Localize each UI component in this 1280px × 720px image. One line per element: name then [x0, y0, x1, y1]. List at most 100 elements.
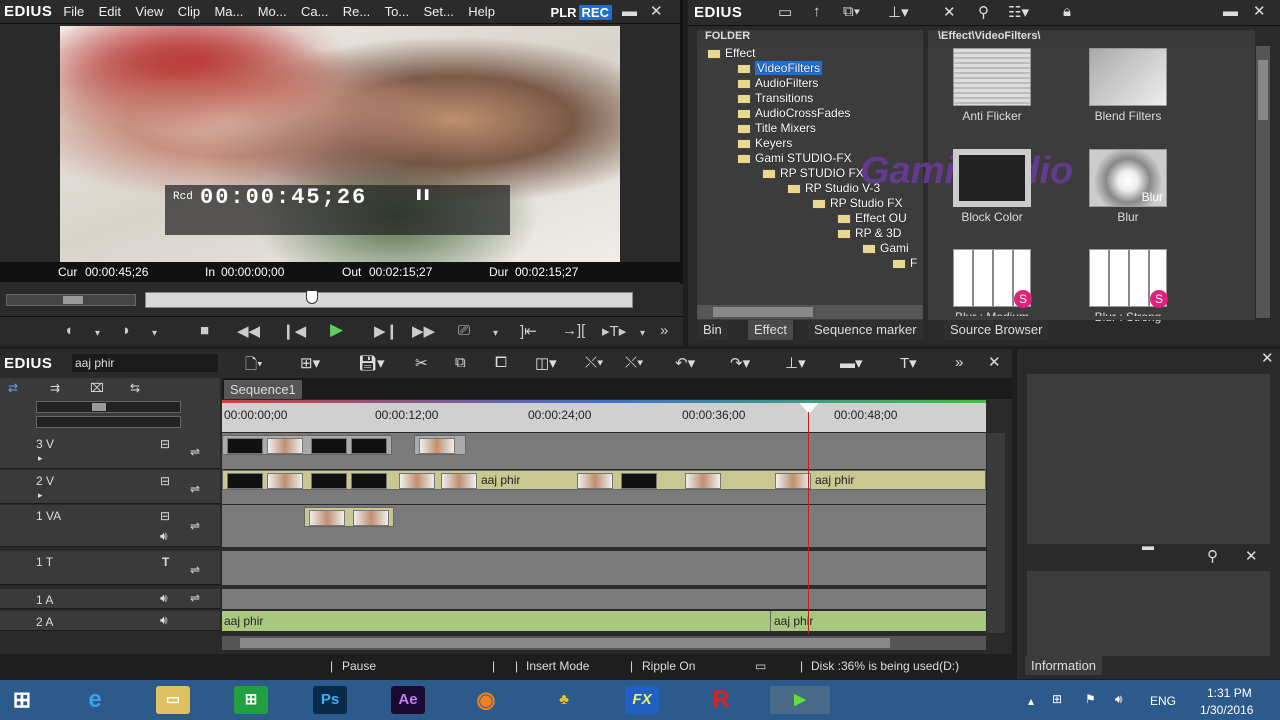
menu-settings[interactable]: Set...: [423, 4, 453, 19]
clock-date[interactable]: 1/30/2016: [1200, 703, 1253, 717]
project-name[interactable]: aaj phir: [72, 354, 218, 372]
lock-icon[interactable]: 🔒︎: [1063, 3, 1071, 20]
fast-forward-icon[interactable]: ▶▶: [412, 322, 435, 340]
title-icon[interactable]: T▾: [900, 354, 917, 372]
step-forward-icon[interactable]: ▶❙: [374, 322, 398, 340]
lane-2a[interactable]: aaj phir aaj phir: [222, 611, 986, 631]
windows-start-icon[interactable]: ⊞: [5, 686, 39, 714]
new-sequence-icon[interactable]: 🗋︎▾: [245, 354, 263, 379]
firefox-icon[interactable]: ◉: [469, 686, 503, 714]
up-folder-icon[interactable]: ↑: [813, 3, 821, 20]
video-clip[interactable]: [414, 435, 466, 455]
minimize-icon[interactable]: ▬: [1223, 3, 1238, 20]
effect-blend-filters[interactable]: Blend Filters: [1058, 48, 1198, 123]
dropdown-icon[interactable]: ▾: [640, 328, 645, 339]
tab-information[interactable]: Information: [1025, 656, 1103, 675]
close-icon[interactable]: ✕: [1253, 2, 1266, 20]
effect-blur-strong[interactable]: S Blur : Strong: [1058, 249, 1198, 324]
flag-icon[interactable]: ⚑: [1085, 692, 1096, 706]
paste-icon[interactable]: ⧠: [495, 354, 507, 371]
zoom-slider[interactable]: [36, 401, 181, 413]
menu-render[interactable]: Re...: [343, 4, 370, 19]
tree-effect-ou[interactable]: Effect OU: [837, 211, 907, 225]
shuttle-slider[interactable]: [6, 294, 136, 306]
tree-rp-3d[interactable]: RP & 3D: [837, 226, 901, 240]
open-icon[interactable]: ⊞▾: [300, 354, 320, 372]
menu-help[interactable]: Help: [468, 4, 495, 19]
copy-icon[interactable]: ⧉: [455, 354, 466, 371]
tree-gami[interactable]: Gami: [862, 241, 909, 255]
speaker-icon[interactable]: 🔊︎: [160, 529, 168, 544]
position-bar[interactable]: [145, 290, 633, 308]
expand-icon[interactable]: ▸: [38, 490, 43, 501]
scroll-thumb[interactable]: [1258, 60, 1268, 120]
track-2v[interactable]: 2 V ⊟ ▸ ⇌: [0, 470, 220, 504]
rewind-icon[interactable]: ◀◀: [237, 322, 260, 340]
sync-track-icon[interactable]: ⇌: [190, 519, 200, 533]
dropdown-icon[interactable]: ▾: [493, 328, 498, 339]
timeline-ruler[interactable]: 00:00:00;00 00:00:12;00 00:00:24;00 00:0…: [222, 400, 986, 432]
menu-capture[interactable]: Ca...: [301, 4, 328, 19]
menu-mode[interactable]: Mo...: [258, 4, 287, 19]
link-icon[interactable]: ⇆: [130, 381, 140, 395]
video-toggle-icon[interactable]: ⊟: [160, 509, 170, 523]
lane-1t[interactable]: [222, 551, 986, 585]
dropdown-icon[interactable]: ▾: [152, 328, 157, 339]
pin-icon[interactable]: ⚲: [1207, 547, 1218, 565]
add-icon[interactable]: ⊥▾: [888, 3, 909, 21]
track-2a[interactable]: 2 A 🔊︎: [0, 611, 220, 631]
effect-block-color[interactable]: Block Color: [922, 149, 1062, 224]
tree-keyers[interactable]: Keyers: [737, 136, 792, 150]
app-icon[interactable]: ♣: [547, 686, 581, 714]
replace-icon[interactable]: ◫▾: [535, 354, 557, 372]
set-in-icon[interactable]: ◖: [64, 322, 73, 339]
loop-icon[interactable]: ⎚: [458, 322, 470, 339]
folder-view-icon[interactable]: ▭: [778, 3, 792, 21]
menu-tools[interactable]: To...: [385, 4, 410, 19]
group-icon[interactable]: ⌧: [90, 381, 104, 395]
lane-1va[interactable]: [222, 505, 986, 547]
redo-icon[interactable]: ↷▾: [730, 354, 750, 372]
after-effects-icon[interactable]: Ae: [391, 686, 425, 714]
lane-2v[interactable]: aaj phir aaj phir: [222, 470, 986, 504]
dropdown-icon[interactable]: ▾: [95, 328, 100, 339]
tab-bin[interactable]: Bin: [697, 320, 728, 340]
timeline-vscroll[interactable]: [987, 433, 1005, 633]
menu-edit[interactable]: Edit: [99, 4, 121, 19]
speaker-icon[interactable]: 🔊︎: [160, 613, 168, 628]
effect-anti-flicker[interactable]: Anti Flicker: [922, 48, 1062, 123]
menu-view[interactable]: View: [135, 4, 163, 19]
close-icon[interactable]: ✕: [988, 353, 1001, 371]
video-toggle-icon[interactable]: ⊟: [160, 474, 170, 488]
view-mode-icon[interactable]: ☷▾: [1008, 3, 1029, 21]
photoshop-icon[interactable]: Ps: [313, 686, 347, 714]
fx-app-icon[interactable]: FX: [625, 686, 659, 714]
tree-audiocrossfades[interactable]: AudioCrossFades: [737, 106, 850, 120]
track-1va[interactable]: 1 VA ⊟ 🔊︎ ⇌: [0, 505, 220, 547]
effect-blur[interactable]: Blur Blur: [1058, 149, 1198, 224]
sync-track-icon[interactable]: ⇌: [190, 563, 200, 577]
insert-to-timeline-icon[interactable]: ]⇤: [520, 322, 537, 340]
chevron-right-icon[interactable]: »: [660, 322, 668, 339]
video-clip[interactable]: [304, 507, 394, 527]
more-icon[interactable]: »: [955, 354, 963, 371]
scroll-thumb[interactable]: [713, 307, 813, 317]
clock-time[interactable]: 1:31 PM: [1207, 686, 1252, 700]
close-icon[interactable]: ✕: [650, 2, 663, 20]
title-track-icon[interactable]: T: [162, 555, 169, 569]
tray-icon[interactable]: ⊞: [1052, 692, 1062, 706]
tab-source-browser[interactable]: Source Browser: [944, 320, 1049, 340]
tree-titlemixers[interactable]: Title Mixers: [737, 121, 816, 135]
close-icon[interactable]: ✕: [1261, 349, 1274, 367]
tab-sequence-marker[interactable]: Sequence marker: [808, 320, 923, 340]
splitter-icon[interactable]: ▬: [1142, 539, 1154, 553]
tab-sequence1[interactable]: Sequence1: [224, 380, 302, 399]
internet-explorer-icon[interactable]: e: [78, 686, 112, 714]
sync-track-icon[interactable]: ⇌: [190, 445, 200, 459]
minimize-icon[interactable]: ▬: [622, 3, 637, 20]
sync-track-icon[interactable]: ⇌: [190, 591, 200, 605]
close-icon[interactable]: ✕: [1245, 547, 1258, 565]
undo-icon[interactable]: ↶▾: [675, 354, 695, 372]
marker-icon[interactable]: ⊥▾: [785, 354, 806, 372]
volume-icon[interactable]: 🔊︎: [1115, 692, 1123, 707]
